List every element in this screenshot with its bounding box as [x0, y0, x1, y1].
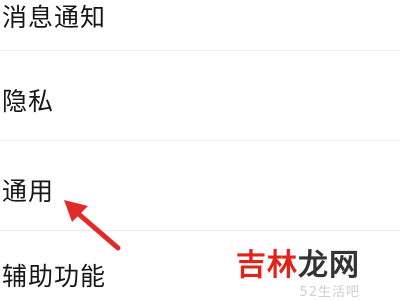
- settings-item-accessibility[interactable]: 辅助功能: [0, 253, 400, 297]
- settings-item-general[interactable]: 通用: [0, 168, 400, 212]
- divider: [0, 230, 400, 231]
- divider: [0, 140, 400, 141]
- settings-screen: 消息通知 隐私 通用 辅助功能 吉林龙网 52生活吧: [0, 0, 400, 300]
- settings-item-label: 隐私: [2, 87, 55, 116]
- divider: [0, 50, 400, 51]
- settings-item-notifications[interactable]: 消息通知: [0, 0, 400, 38]
- settings-item-label: 消息通知: [2, 3, 107, 32]
- settings-item-label: 辅助功能: [2, 262, 107, 291]
- settings-item-label: 通用: [2, 177, 55, 206]
- settings-item-privacy[interactable]: 隐私: [0, 78, 400, 122]
